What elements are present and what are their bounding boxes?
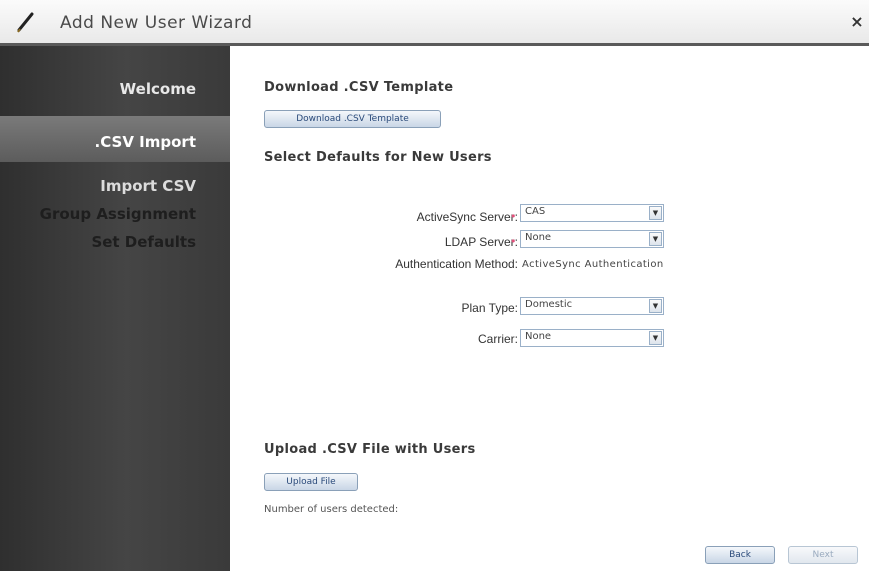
step-set-defaults[interactable]: Set Defaults	[91, 233, 196, 251]
step-csv-import[interactable]: .CSV Import	[95, 133, 196, 151]
carrier-value: None	[525, 331, 552, 342]
pencil-icon	[17, 12, 34, 33]
auth-method-label: Authentication Method:	[395, 257, 518, 271]
wizard-steps-sidebar: Welcome .CSV Import Import CSV Group Ass…	[0, 46, 230, 571]
required-indicator: •	[510, 235, 517, 248]
plan-type-select[interactable]: Domestic ▼	[520, 297, 664, 315]
plan-type-value: Domestic	[525, 299, 573, 310]
activesync-server-value: CAS	[525, 206, 546, 217]
chevron-down-icon[interactable]: ▼	[649, 299, 662, 313]
close-icon[interactable]: ×	[849, 13, 865, 31]
upload-heading: Upload .CSV File with Users	[264, 442, 476, 457]
carrier-label: Carrier:	[477, 332, 518, 346]
required-indicator: •	[510, 210, 517, 223]
step-welcome[interactable]: Welcome	[120, 80, 196, 98]
step-group-assignment[interactable]: Group Assignment	[40, 205, 196, 223]
back-button[interactable]: Back	[705, 546, 775, 564]
plan-type-label: Plan Type:	[461, 301, 518, 315]
step-import-csv[interactable]: Import CSV	[100, 177, 196, 195]
ldap-server-label: LDAP Server:	[444, 235, 518, 249]
activesync-server-label: ActiveSync Server:	[416, 210, 518, 224]
next-button[interactable]: Next	[788, 546, 858, 564]
wizard-content: Download .CSV Template Download .CSV Tem…	[230, 46, 869, 571]
users-detected-label: Number of users detected:	[264, 504, 399, 515]
chevron-down-icon[interactable]: ▼	[649, 331, 662, 345]
upload-file-button[interactable]: Upload File	[264, 473, 358, 491]
activesync-server-select[interactable]: CAS ▼	[520, 204, 664, 222]
ldap-server-value: None	[525, 232, 552, 243]
chevron-down-icon[interactable]: ▼	[649, 232, 662, 246]
ldap-server-select[interactable]: None ▼	[520, 230, 664, 248]
title-bar: Add New User Wizard ×	[0, 0, 869, 46]
defaults-heading: Select Defaults for New Users	[264, 150, 492, 165]
window-title: Add New User Wizard	[60, 13, 253, 33]
auth-method-value: ActiveSync Authentication	[522, 259, 664, 270]
carrier-select[interactable]: None ▼	[520, 329, 664, 347]
download-heading: Download .CSV Template	[264, 80, 454, 95]
download-template-button[interactable]: Download .CSV Template	[264, 110, 441, 128]
chevron-down-icon[interactable]: ▼	[649, 206, 662, 220]
